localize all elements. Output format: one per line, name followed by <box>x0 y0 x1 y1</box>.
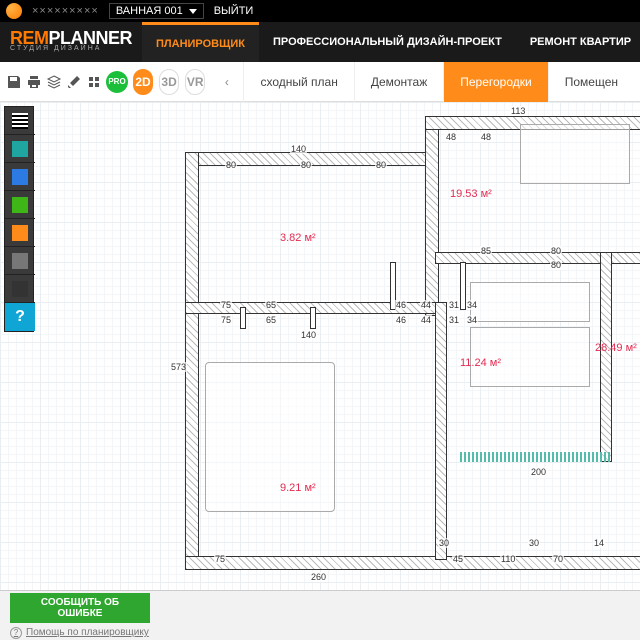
pro-badge[interactable]: PRO <box>106 71 128 93</box>
tab-source-plan[interactable]: сходный план <box>243 62 353 102</box>
furniture-unit[interactable] <box>520 124 630 184</box>
dimension: 573 <box>170 362 187 372</box>
dimension: 80 <box>225 160 237 170</box>
dimension: 44 <box>420 315 432 325</box>
logo-tagline: СТУДИЯ ДИЗАЙНА <box>0 45 142 56</box>
dimension: 48 <box>445 132 457 142</box>
dimension: 110 <box>500 554 516 564</box>
dimension: 140 <box>300 330 317 340</box>
wall[interactable] <box>240 307 246 329</box>
furniture-sofa[interactable] <box>470 282 590 322</box>
dimension: 260 <box>310 572 327 582</box>
dimension: 80 <box>300 160 312 170</box>
avatar[interactable] <box>6 3 22 19</box>
report-error-button[interactable]: СООБЩИТЬ ОБ ОШИБКЕ <box>10 593 150 623</box>
dimension: 75 <box>214 554 226 564</box>
logout-link[interactable]: ВЫЙТИ <box>214 5 254 17</box>
wall[interactable] <box>310 307 316 329</box>
palette-grey[interactable] <box>5 247 35 275</box>
dimension: 14 <box>593 538 605 548</box>
nav-links: ПЛАНИРОВЩИК ПРОФЕССИОНАЛЬНЫЙ ДИЗАЙН-ПРОЕ… <box>142 22 640 62</box>
dimension: 140 <box>290 144 307 154</box>
wall[interactable] <box>600 252 612 462</box>
room-area: 19.53 м² <box>450 188 492 200</box>
help-icon[interactable]: ? <box>5 303 35 331</box>
dimension: 70 <box>552 554 564 564</box>
dimension: 34 <box>466 300 478 310</box>
palette-blue[interactable] <box>5 163 35 191</box>
dimension: 48 <box>480 132 492 142</box>
dimension: 75 <box>220 315 232 325</box>
dimension: 46 <box>395 300 407 310</box>
print-icon[interactable] <box>26 69 42 95</box>
room-area: 9.21 м² <box>280 482 316 494</box>
layers-icon[interactable] <box>46 69 62 95</box>
floor-plan[interactable]: 3.82 м² 19.53 м² 9.21 м² 11.24 м² 28.49 … <box>40 102 640 640</box>
view-3d[interactable]: 3D <box>159 69 179 95</box>
dimension: 30 <box>528 538 540 548</box>
nav-pro-design[interactable]: ПРОФЕССИОНАЛЬНЫЙ ДИЗАЙН-ПРОЕКТ <box>259 22 516 62</box>
dimension: 80 <box>375 160 387 170</box>
dimension: 31 <box>448 300 460 310</box>
room-area: 3.82 м² <box>280 232 316 244</box>
view-vr[interactable]: VR <box>185 69 205 95</box>
tab-demolition[interactable]: Демонтаж <box>354 62 443 102</box>
question-icon: ? <box>10 627 22 639</box>
dimension: 65 <box>265 300 277 310</box>
room-dropdown-label: ВАННАЯ 001 <box>116 5 183 17</box>
help-link[interactable]: ? Помощь по планировщику <box>10 627 640 639</box>
tab-rooms[interactable]: Помещен <box>548 62 634 102</box>
palette-teal[interactable] <box>5 135 35 163</box>
dimension: 75 <box>220 300 232 310</box>
nav-planner[interactable]: ПЛАНИРОВЩИК <box>142 22 259 62</box>
footer: СООБЩИТЬ ОБ ОШИБКЕ ? Помощь по планировщ… <box>0 590 640 640</box>
tools-icon[interactable] <box>66 69 82 95</box>
toolbar: PRO 2D 3D VR ‹ сходный план Демонтаж Пер… <box>0 62 640 102</box>
workspace[interactable]: ? 3.82 м² 19.53 м² 9.21 м² 11.24 м² 28.4… <box>0 102 640 640</box>
dimension: 85 <box>480 246 492 256</box>
room-area: 11.24 м² <box>460 357 501 369</box>
wall[interactable] <box>435 302 447 560</box>
dimension: 44 <box>420 300 432 310</box>
dimension: 45 <box>452 554 464 564</box>
wall[interactable] <box>425 116 439 316</box>
main-navbar: REM PLANNER СТУДИЯ ДИЗАЙНА ПЛАНИРОВЩИК П… <box>0 22 640 62</box>
dimension: 46 <box>395 315 407 325</box>
wall[interactable] <box>185 556 640 570</box>
dimension: 34 <box>466 315 478 325</box>
user-topbar: ××××××××× ВАННАЯ 001 ВЫЙТИ <box>0 0 640 22</box>
dimension: 31 <box>448 315 460 325</box>
logo[interactable]: REM PLANNER СТУДИЯ ДИЗАЙНА <box>0 28 142 56</box>
chevron-down-icon <box>189 9 197 14</box>
username-masked: ××××××××× <box>32 5 99 17</box>
tabs-prev-icon[interactable]: ‹ <box>220 69 233 95</box>
dimension: 113 <box>510 106 526 116</box>
palette-dark[interactable] <box>5 275 35 303</box>
color-palette: ? <box>4 106 34 332</box>
furniture-rail[interactable] <box>460 452 610 462</box>
palette-orange[interactable] <box>5 219 35 247</box>
tab-partitions[interactable]: Перегородки <box>443 62 547 102</box>
dimension: 65 <box>265 315 277 325</box>
dimension: 30 <box>438 538 450 548</box>
wall[interactable] <box>185 152 199 570</box>
room-dropdown[interactable]: ВАННАЯ 001 <box>109 3 204 19</box>
palette-bw[interactable] <box>5 107 35 135</box>
dimension: 80 <box>550 246 562 256</box>
dimension: 200 <box>530 467 547 477</box>
dimension: 80 <box>550 260 562 270</box>
settings-icon[interactable] <box>86 69 102 95</box>
save-icon[interactable] <box>6 69 22 95</box>
plan-tabs: сходный план Демонтаж Перегородки Помеще… <box>243 62 634 102</box>
palette-green[interactable] <box>5 191 35 219</box>
help-link-label: Помощь по планировщику <box>26 627 149 638</box>
nav-renovation[interactable]: РЕМОНТ КВАРТИР <box>516 22 640 62</box>
view-2d[interactable]: 2D <box>133 69 153 95</box>
room-area: 28.49 м² <box>595 342 637 354</box>
